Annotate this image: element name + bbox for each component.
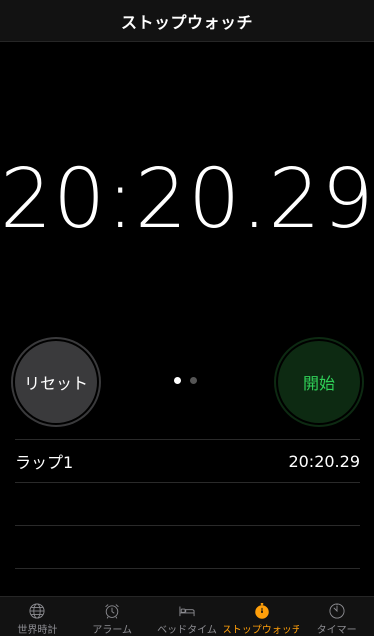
- page-title: ストップウォッチ: [120, 12, 253, 32]
- tab-bar: 世界時計 アラーム ベッドタイム ストップウォッチ タイマー: [0, 596, 374, 636]
- tab-label: アラーム: [92, 625, 133, 636]
- tab-label: 世界時計: [17, 625, 58, 636]
- tab-stopwatch[interactable]: ストップウォッチ: [224, 597, 299, 636]
- stopwatch-icon: [255, 602, 269, 619]
- lap-row: ラップ1 20:20.29: [15, 439, 360, 482]
- tab-alarm[interactable]: アラーム: [75, 597, 150, 636]
- tab-label: ベッドタイム: [157, 625, 217, 636]
- start-button-label: 開始: [302, 374, 335, 393]
- page-dot-2[interactable]: [190, 377, 197, 384]
- reset-button-label: リセット: [23, 374, 88, 393]
- lap-list[interactable]: ラップ1 20:20.29: [15, 439, 360, 569]
- lap-time: 20:20.29: [288, 451, 360, 471]
- tab-world-clock[interactable]: 世界時計: [0, 597, 75, 636]
- tab-bedtime[interactable]: ベッドタイム: [150, 597, 225, 636]
- lap-label: ラップ1: [15, 453, 74, 472]
- tab-timer[interactable]: タイマー: [299, 597, 374, 636]
- alarm-clock-icon: [105, 604, 119, 619]
- lap-list-divider: [15, 568, 360, 569]
- page-indicator[interactable]: [174, 377, 197, 384]
- navigation-bar: ストップウォッチ: [0, 0, 374, 42]
- page-dot-1[interactable]: [174, 377, 181, 384]
- lap-row-empty: [15, 525, 360, 568]
- globe-icon: [29, 603, 45, 619]
- bed-icon: [179, 606, 195, 617]
- lap-row-empty: [15, 482, 360, 525]
- tab-label: ストップウォッチ: [224, 625, 300, 636]
- timer-icon: [329, 603, 345, 619]
- stopwatch-time-display: 20:20.29: [0, 152, 374, 247]
- start-button[interactable]: 開始: [278, 341, 360, 423]
- reset-button[interactable]: リセット: [15, 341, 97, 423]
- tab-label: タイマー: [316, 625, 357, 636]
